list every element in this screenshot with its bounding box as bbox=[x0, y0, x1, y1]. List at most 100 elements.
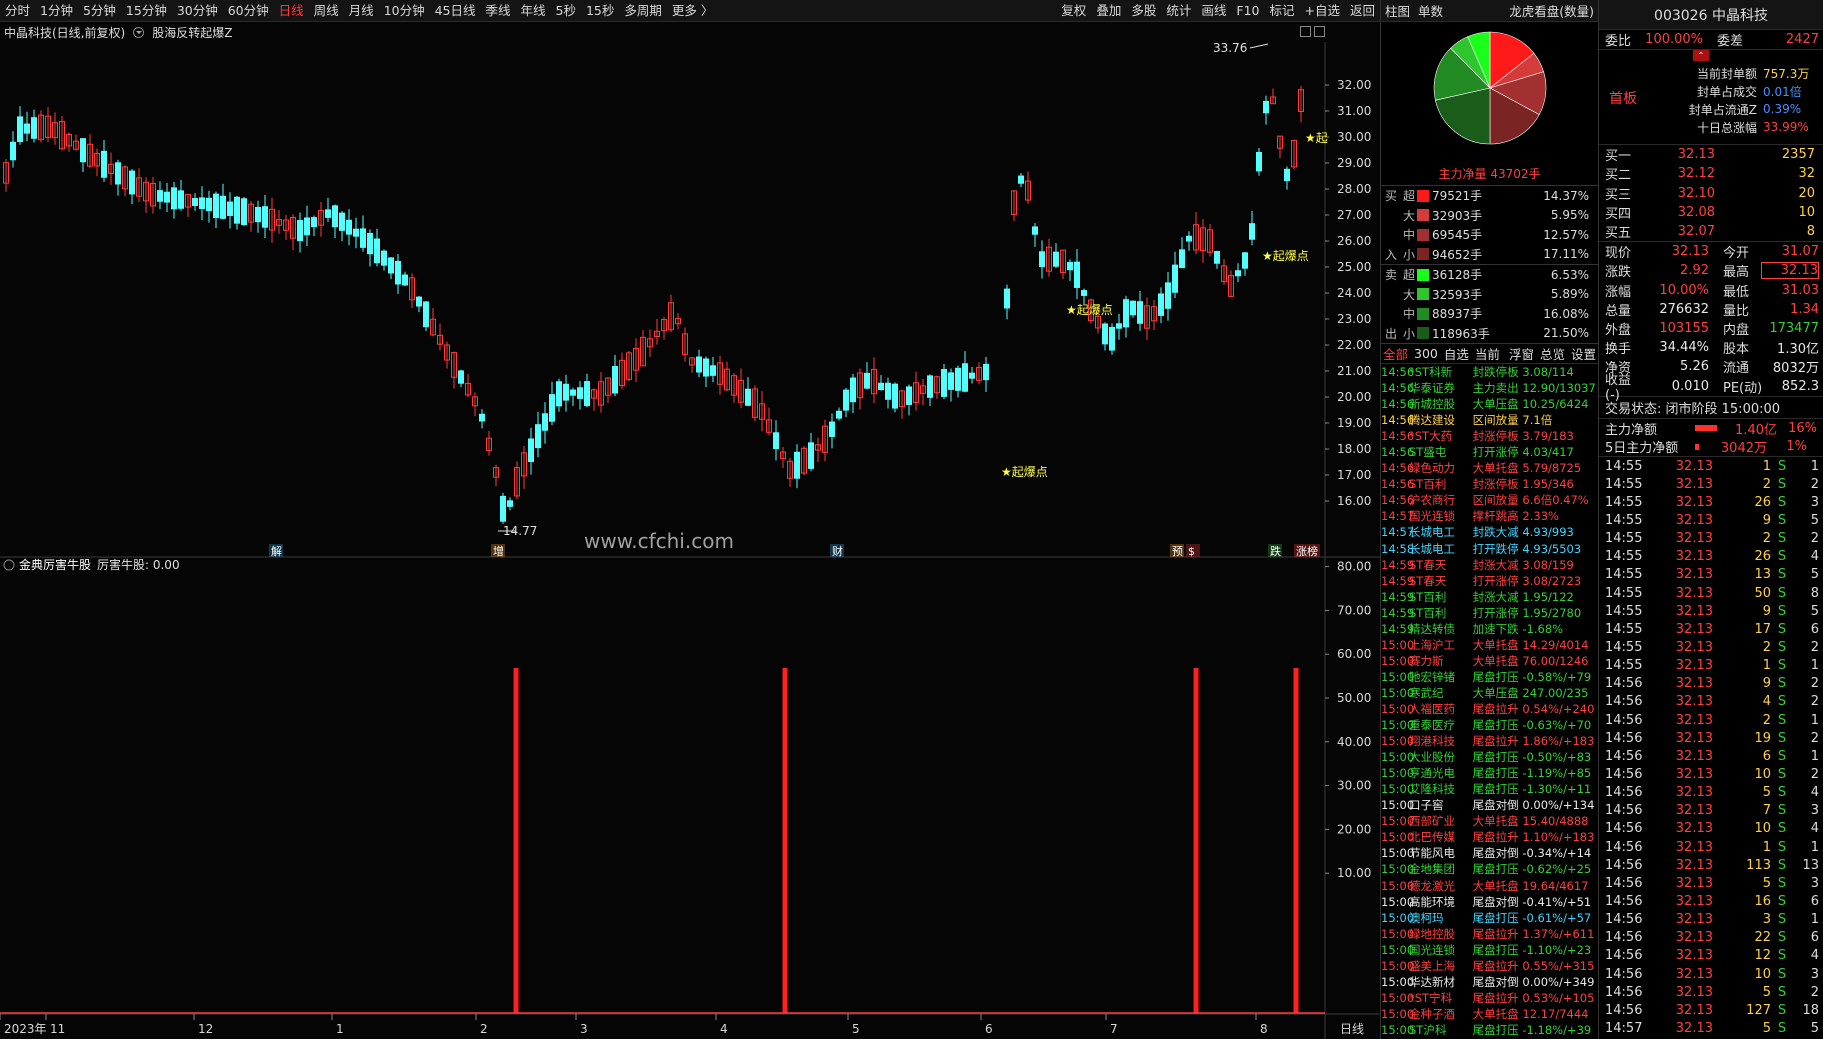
monitor-stock[interactable]: 国光连锁 bbox=[1409, 942, 1469, 958]
monitor-stock[interactable]: ST春天 bbox=[1409, 557, 1469, 573]
period-tab[interactable]: 30分钟 bbox=[172, 0, 223, 21]
monitor-stock[interactable]: 上海沪工 bbox=[1409, 637, 1469, 653]
tab-float[interactable]: 浮窗 bbox=[1509, 344, 1534, 363]
monitor-stock[interactable]: ST百利 bbox=[1409, 605, 1469, 621]
monitor-stock[interactable]: 西部矿业 bbox=[1409, 813, 1469, 829]
monitor-stock[interactable]: 华泰证券 bbox=[1409, 380, 1469, 396]
period-tab[interactable]: 周线 bbox=[309, 0, 344, 21]
period-tab[interactable]: 60分钟 bbox=[223, 0, 274, 21]
tab-current[interactable]: 当前 bbox=[1475, 344, 1500, 363]
period-tab[interactable]: 10分钟 bbox=[379, 0, 430, 21]
tick-side: S bbox=[1777, 458, 1787, 474]
monitor-stock[interactable]: 亨通光电 bbox=[1409, 765, 1469, 781]
monitor-event: 尾盘打压 bbox=[1472, 910, 1519, 925]
monitor-stock[interactable]: 驰宏锌锗 bbox=[1409, 669, 1469, 685]
maximize-icon[interactable] bbox=[1314, 26, 1325, 37]
monitor-stock[interactable]: 腾达建设 bbox=[1409, 412, 1469, 428]
tick-count: 5 bbox=[1810, 1020, 1819, 1036]
tab-300[interactable]: 300 bbox=[1414, 346, 1438, 361]
monitor-stock[interactable]: 绿色动力 bbox=[1409, 460, 1469, 476]
toolbar-item[interactable]: F10 bbox=[1231, 0, 1264, 21]
monitor-stock[interactable]: 艾隆科技 bbox=[1409, 781, 1469, 797]
monitor-stock[interactable]: ST百利 bbox=[1409, 589, 1469, 605]
monitor-stock[interactable]: 国光连锁 bbox=[1409, 508, 1469, 524]
toolbar-item[interactable]: 复权 bbox=[1056, 0, 1091, 21]
monitor-stock[interactable]: 北巴传媒 bbox=[1409, 829, 1469, 845]
toolbar-item[interactable]: 返回 bbox=[1345, 0, 1380, 21]
monitor-stock[interactable]: 绿地控股 bbox=[1409, 926, 1469, 942]
period-tab[interactable]: 5秒 bbox=[551, 0, 581, 21]
collapse-icon[interactable]: ⌃ bbox=[1693, 50, 1709, 62]
monitor-stock[interactable]: 口子窖 bbox=[1409, 797, 1469, 813]
monitor-stock[interactable]: ST盛屯 bbox=[1409, 444, 1469, 460]
period-tab[interactable]: 15秒 bbox=[581, 0, 619, 21]
monitor-stock[interactable]: 重泰医疗 bbox=[1409, 717, 1469, 733]
tab-overview[interactable]: 总览 bbox=[1540, 344, 1565, 363]
toolbar-item[interactable]: +自选 bbox=[1300, 0, 1345, 21]
monitor-stock[interactable]: 寒武纪 bbox=[1409, 685, 1469, 701]
monitor-stock[interactable]: *ST科新 bbox=[1409, 364, 1469, 380]
tab-watchlist[interactable]: 自选 bbox=[1444, 344, 1469, 363]
monitor-event: 封涨停板 bbox=[1472, 477, 1519, 492]
y-tick-label: 31.00 bbox=[1337, 104, 1371, 118]
period-tab[interactable]: 月线 bbox=[344, 0, 379, 21]
minimize-icon[interactable] bbox=[1300, 26, 1311, 37]
kline-chart-area[interactable]: 33.7614.77 www.cfchi.com 32.00 31.00 30.00… bbox=[0, 42, 1380, 1039]
monitor-stock[interactable]: *ST大药 bbox=[1409, 428, 1469, 444]
monitor-stock[interactable]: 金种子酒 bbox=[1409, 1006, 1469, 1022]
monitor-stock[interactable]: ST百利 bbox=[1409, 476, 1469, 492]
period-tab[interactable]: 15分钟 bbox=[121, 0, 172, 21]
period-tab[interactable]: 日线 bbox=[274, 0, 309, 21]
toolbar-item[interactable]: 标记 bbox=[1264, 0, 1299, 21]
toolbar-item[interactable]: 叠加 bbox=[1091, 0, 1126, 21]
toolbar-item[interactable]: 多股 bbox=[1126, 0, 1161, 21]
indicator-dropdown-icon[interactable] bbox=[133, 26, 145, 38]
monitor-stock[interactable]: 德龙激光 bbox=[1409, 878, 1469, 894]
monitor-stock[interactable]: ST沪科 bbox=[1409, 1022, 1469, 1038]
period-tab[interactable]: 年线 bbox=[516, 0, 551, 21]
chart-header: 中晶科技(日线,前复权) 股海反转起爆Z bbox=[0, 22, 1325, 42]
indicator-name[interactable]: 股海反转起爆Z bbox=[152, 24, 232, 41]
monitor-stock[interactable]: 澳柯玛 bbox=[1409, 910, 1469, 926]
period-tab[interactable]: 多周期 bbox=[619, 0, 667, 21]
toolbar-item[interactable]: 统计 bbox=[1161, 0, 1196, 21]
monitor-stock[interactable]: 沪农商行 bbox=[1409, 492, 1469, 508]
tick-side: S bbox=[1777, 785, 1787, 801]
period-tab[interactable]: 5分钟 bbox=[78, 0, 121, 21]
monitor-stock[interactable]: 高能环境 bbox=[1409, 894, 1469, 910]
period-tab[interactable]: 更多 〉 bbox=[667, 0, 718, 21]
monitor-stock[interactable]: 长城电工 bbox=[1409, 541, 1469, 557]
period-tab[interactable]: 1分钟 bbox=[35, 0, 78, 21]
list-item: 14:59 ST春天 打开涨停 3.08/2723 bbox=[1381, 573, 1598, 589]
tab-order-count[interactable]: 单数 bbox=[1414, 1, 1447, 20]
toolbar-item[interactable]: 画线 bbox=[1196, 0, 1231, 21]
candle-body bbox=[402, 274, 408, 286]
period-tab[interactable]: 季线 bbox=[481, 0, 516, 21]
monitor-stock[interactable]: 节能风电 bbox=[1409, 845, 1469, 861]
candle-body bbox=[1242, 252, 1248, 269]
tab-settings[interactable]: 设置 bbox=[1571, 344, 1598, 363]
monitor-stock[interactable]: 长城电工 bbox=[1409, 524, 1469, 540]
tick-price: 32.13 bbox=[1675, 694, 1713, 710]
tab-bar-chart[interactable]: 柱图 bbox=[1381, 1, 1414, 20]
tick-side: S bbox=[1777, 875, 1787, 891]
monitor-stock[interactable]: 盛美上海 bbox=[1409, 958, 1469, 974]
monitor-stock[interactable]: 新城控股 bbox=[1409, 396, 1469, 412]
tick-count: 3 bbox=[1810, 966, 1819, 982]
tab-all[interactable]: 全部 bbox=[1383, 344, 1408, 363]
stat-value: 173477 bbox=[1769, 320, 1819, 336]
monitor-stock[interactable]: 华达新材 bbox=[1409, 974, 1469, 990]
flow-row: 出小 118963手 21.50% bbox=[1381, 324, 1598, 344]
candle-body bbox=[1158, 293, 1164, 316]
monitor-stock[interactable]: 翔港科技 bbox=[1409, 733, 1469, 749]
period-tab[interactable]: 分时 bbox=[0, 0, 35, 21]
watermark: www.cfchi.com bbox=[584, 529, 734, 553]
monitor-stock[interactable]: 金地集团 bbox=[1409, 861, 1469, 877]
monitor-stock[interactable]: 人福医药 bbox=[1409, 701, 1469, 717]
monitor-stock[interactable]: *ST宁科 bbox=[1409, 990, 1469, 1006]
monitor-stock[interactable]: 赛力斯 bbox=[1409, 653, 1469, 669]
monitor-stock[interactable]: 精达转债 bbox=[1409, 621, 1469, 637]
monitor-stock[interactable]: 大业股份 bbox=[1409, 749, 1469, 765]
monitor-stock[interactable]: ST春天 bbox=[1409, 573, 1469, 589]
period-tab[interactable]: 45日线 bbox=[430, 0, 481, 21]
